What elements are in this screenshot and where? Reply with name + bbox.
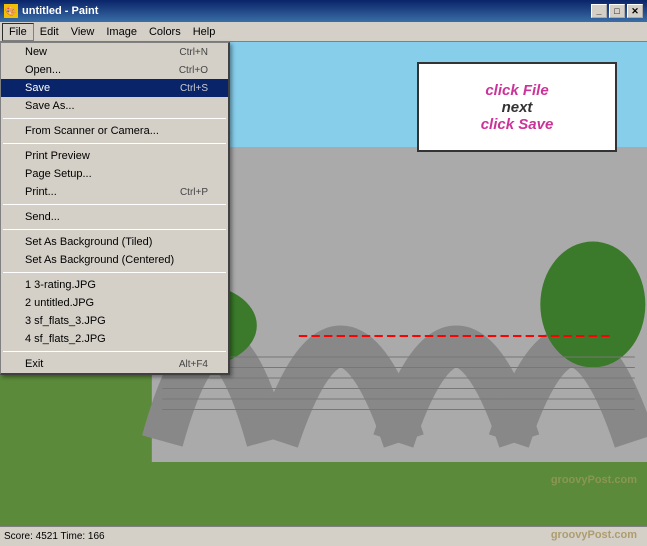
menu-recent-2-label: 2 untitled.JPG bbox=[25, 297, 94, 309]
separator-3 bbox=[3, 204, 226, 205]
menu-from-scanner[interactable]: From Scanner or Camera... bbox=[1, 122, 228, 140]
menu-save-shortcut: Ctrl+S bbox=[180, 83, 208, 94]
separator-6 bbox=[3, 351, 226, 352]
instruction-line3: click Save bbox=[481, 116, 554, 133]
menu-open-label: Open... bbox=[25, 64, 61, 76]
window-title: untitled - Paint bbox=[22, 5, 591, 17]
menu-open[interactable]: Open... Ctrl+O bbox=[1, 61, 228, 79]
menu-bg-centered[interactable]: Set As Background (Centered) bbox=[1, 251, 228, 269]
separator-5 bbox=[3, 272, 226, 273]
menu-page-setup-label: Page Setup... bbox=[25, 168, 92, 180]
menu-exit[interactable]: Exit Alt+F4 bbox=[1, 355, 228, 373]
menu-exit-label: Exit bbox=[25, 358, 43, 370]
menu-new[interactable]: New Ctrl+N bbox=[1, 43, 228, 61]
menu-send-label: Send... bbox=[25, 211, 60, 223]
separator-2 bbox=[3, 143, 226, 144]
menu-image[interactable]: Image bbox=[100, 24, 143, 40]
menu-send[interactable]: Send... bbox=[1, 208, 228, 226]
close-button[interactable]: ✕ bbox=[627, 4, 643, 18]
menu-file[interactable]: File bbox=[2, 23, 34, 41]
dropdown-container: New Ctrl+N Open... Ctrl+O Save Ctrl+S Sa… bbox=[0, 42, 230, 375]
maximize-button[interactable]: □ bbox=[609, 4, 625, 18]
menu-save-label: Save bbox=[25, 82, 50, 94]
menu-bar: File Edit View Image Colors Help bbox=[0, 22, 647, 42]
menu-bg-tiled[interactable]: Set As Background (Tiled) bbox=[1, 233, 228, 251]
separator-1 bbox=[3, 118, 226, 119]
menu-recent-4-label: 4 sf_flats_2.JPG bbox=[25, 333, 106, 345]
menu-recent-3-label: 3 sf_flats_3.JPG bbox=[25, 315, 106, 327]
menu-view[interactable]: View bbox=[65, 24, 101, 40]
menu-recent-1[interactable]: 1 3-rating.JPG bbox=[1, 276, 228, 294]
menu-recent-4[interactable]: 4 sf_flats_2.JPG bbox=[1, 330, 228, 348]
instruction-box: click File next click Save bbox=[417, 62, 617, 152]
score-text: Score: 4521 Time: 166 bbox=[4, 531, 105, 542]
menu-new-label: New bbox=[25, 46, 47, 58]
menu-save[interactable]: Save Ctrl+S bbox=[1, 79, 228, 97]
menu-recent-3[interactable]: 3 sf_flats_3.JPG bbox=[1, 312, 228, 330]
menu-exit-shortcut: Alt+F4 bbox=[179, 359, 208, 370]
menu-bg-centered-label: Set As Background (Centered) bbox=[25, 254, 174, 266]
menu-recent-1-label: 1 3-rating.JPG bbox=[25, 279, 96, 291]
menu-page-setup[interactable]: Page Setup... bbox=[1, 165, 228, 183]
menu-save-as-label: Save As... bbox=[25, 100, 75, 112]
menu-colors[interactable]: Colors bbox=[143, 24, 187, 40]
minimize-button[interactable]: _ bbox=[591, 4, 607, 18]
file-dropdown-menu: New Ctrl+N Open... Ctrl+O Save Ctrl+S Sa… bbox=[0, 42, 230, 375]
app-icon: 🎨 bbox=[4, 4, 18, 18]
menu-new-shortcut: Ctrl+N bbox=[179, 47, 208, 58]
window-controls: _ □ ✕ bbox=[591, 4, 643, 18]
menu-print-label: Print... bbox=[25, 186, 57, 198]
title-bar: 🎨 untitled - Paint _ □ ✕ bbox=[0, 0, 647, 22]
menu-open-shortcut: Ctrl+O bbox=[179, 65, 208, 76]
instruction-line1: click File bbox=[485, 82, 548, 99]
bottom-watermark: groovyPost.com bbox=[551, 529, 637, 541]
menu-print-preview-label: Print Preview bbox=[25, 150, 90, 162]
menu-print-shortcut: Ctrl+P bbox=[180, 187, 208, 198]
menu-print-preview[interactable]: Print Preview bbox=[1, 147, 228, 165]
separator-4 bbox=[3, 229, 226, 230]
instruction-line2: next bbox=[502, 99, 533, 116]
canvas-watermark: groovyPost.com bbox=[551, 474, 637, 486]
menu-print[interactable]: Print... Ctrl+P bbox=[1, 183, 228, 201]
menu-save-as[interactable]: Save As... bbox=[1, 97, 228, 115]
menu-recent-2[interactable]: 2 untitled.JPG bbox=[1, 294, 228, 312]
menu-bg-tiled-label: Set As Background (Tiled) bbox=[25, 236, 152, 248]
menu-from-scanner-label: From Scanner or Camera... bbox=[25, 125, 159, 137]
menu-help[interactable]: Help bbox=[187, 24, 222, 40]
menu-edit[interactable]: Edit bbox=[34, 24, 65, 40]
